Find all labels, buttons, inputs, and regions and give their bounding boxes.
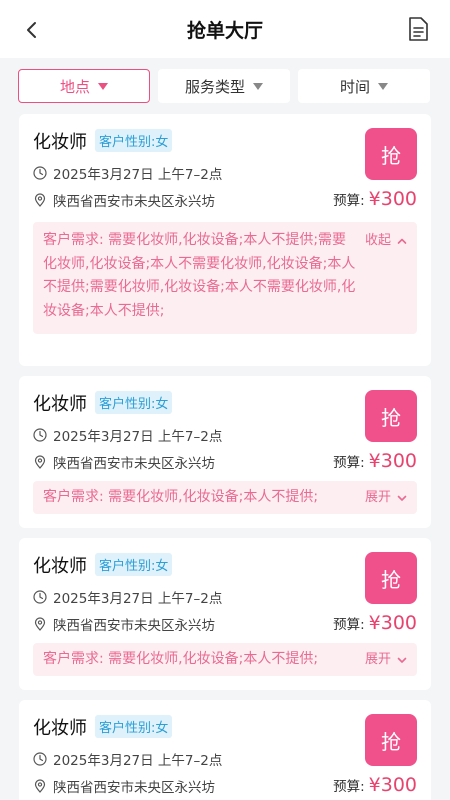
order-time: 2025年3月27日 上午7–2点 [33,163,222,183]
requirements-label: 客户需求: [43,651,104,667]
expand-label: 展开 [364,490,391,505]
order-time-text: 2025年3月27日 上午7–2点 [53,167,223,183]
budget-amount: ¥300 [368,188,417,210]
collapse-label: 收起 [364,233,391,248]
expand-toggle[interactable]: 展开 [365,648,407,672]
grab-order-button[interactable]: 抢 [365,128,417,180]
order-card: 化妆师 客户性别:女 2025年3月27日 上午7–2点 陕西省西安市未央区永兴… [19,700,431,800]
caret-down-icon [253,82,263,90]
requirements-label: 客户需求: [43,232,104,248]
document-icon[interactable] [406,16,430,42]
app-header: 抢单大厅 [0,0,450,58]
chevron-down-icon [397,495,407,501]
order-time: 2025年3月27日 上午7–2点 [33,749,222,769]
clock-icon [33,752,47,766]
order-card: 化妆师 客户性别:女 2025年3月27日 上午7–2点 陕西省西安市未央区永兴… [19,114,431,366]
order-budget: 预算: ¥300 [333,188,417,210]
order-address: 陕西省西安市未央区永兴坊 [33,452,215,472]
caret-down-icon [378,82,388,90]
order-address-text: 陕西省西安市未央区永兴坊 [53,780,215,796]
order-role: 化妆师 [33,132,87,153]
filter-time[interactable]: 时间 [298,69,430,103]
gender-badge: 客户性别:女 [95,391,173,414]
gender-badge: 客户性别:女 [95,129,173,152]
order-time-text: 2025年3月27日 上午7–2点 [53,429,223,445]
order-budget: 预算: ¥300 [333,774,417,796]
order-role: 化妆师 [33,718,87,739]
budget-label: 预算: [333,779,365,795]
budget-amount: ¥300 [368,450,417,472]
clock-icon [33,590,47,604]
order-budget: 预算: ¥300 [333,450,417,472]
requirements-box: 客户需求: 需要化妆师,化妆设备;本人不提供; 展开 [33,481,417,514]
collapse-toggle[interactable]: 收起 [365,229,407,253]
order-time-text: 2025年3月27日 上午7–2点 [53,591,223,607]
gender-badge: 客户性别:女 [95,715,173,738]
requirements-text: 需要化妆师,化妆设备;本人不提供; [108,489,319,505]
expand-toggle[interactable]: 展开 [365,486,407,510]
filter-location-label: 地点 [59,77,90,96]
filter-time-label: 时间 [339,77,370,96]
order-time: 2025年3月27日 上午7–2点 [33,425,222,445]
order-address-text: 陕西省西安市未央区永兴坊 [53,618,215,634]
order-card: 化妆师 客户性别:女 2025年3月27日 上午7–2点 陕西省西安市未央区永兴… [19,376,431,528]
requirements-label: 客户需求: [43,489,104,505]
grab-order-button[interactable]: 抢 [365,552,417,604]
order-role: 化妆师 [33,394,87,415]
filter-service-type-label: 服务类型 [184,77,245,96]
requirements-text: 需要化妆师,化妆设备;本人不提供; [108,651,319,667]
order-address-text: 陕西省西安市未央区永兴坊 [53,456,215,472]
budget-label: 预算: [333,193,365,209]
location-pin-icon [34,779,46,793]
location-pin-icon [34,455,46,469]
grab-order-button[interactable]: 抢 [365,390,417,442]
location-pin-icon [34,193,46,207]
order-address: 陕西省西安市未央区永兴坊 [33,614,215,634]
requirements-box: 客户需求: 需要化妆师,化妆设备;本人不提供;需要化妆师,化妆设备;本人不需要化… [33,222,417,334]
page-title: 抢单大厅 [186,20,263,42]
order-budget: 预算: ¥300 [333,612,417,634]
order-address-text: 陕西省西安市未央区永兴坊 [53,194,215,210]
budget-amount: ¥300 [368,612,417,634]
location-pin-icon [34,617,46,631]
order-card: 化妆师 客户性别:女 2025年3月27日 上午7–2点 陕西省西安市未央区永兴… [19,538,431,690]
order-role: 化妆师 [33,556,87,577]
filter-bar: 地点 服务类型 时间 [0,58,450,114]
caret-down-icon [98,82,108,90]
filter-location[interactable]: 地点 [18,69,150,103]
gender-badge: 客户性别:女 [95,553,173,576]
order-address: 陕西省西安市未央区永兴坊 [33,776,215,796]
order-address: 陕西省西安市未央区永兴坊 [33,190,215,210]
budget-amount: ¥300 [368,774,417,796]
order-time: 2025年3月27日 上午7–2点 [33,587,222,607]
budget-label: 预算: [333,617,365,633]
grab-order-button[interactable]: 抢 [365,714,417,766]
order-time-text: 2025年3月27日 上午7–2点 [53,753,223,769]
chevron-up-icon [397,238,407,244]
requirements-box: 客户需求: 需要化妆师,化妆设备;本人不提供; 展开 [33,643,417,676]
clock-icon [33,166,47,180]
expand-label: 展开 [364,652,391,667]
filter-service-type[interactable]: 服务类型 [158,69,290,103]
clock-icon [33,428,47,442]
budget-label: 预算: [333,455,365,471]
chevron-down-icon [397,657,407,663]
